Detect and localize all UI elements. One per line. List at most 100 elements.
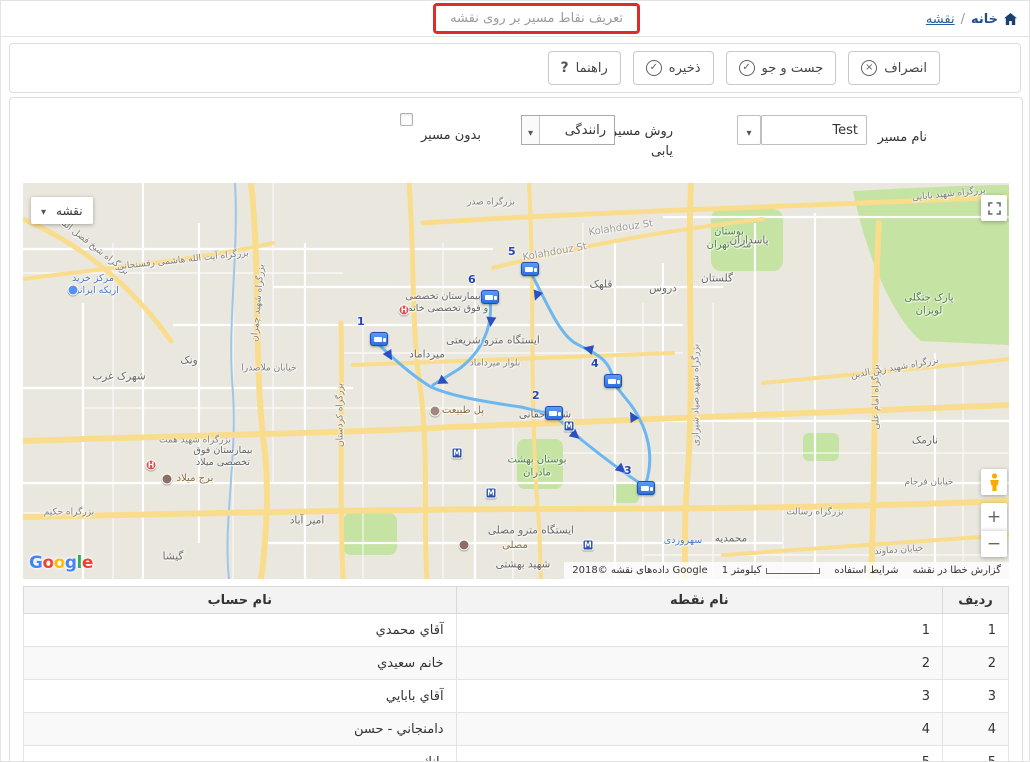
report-map-error-link[interactable]: گزارش خطا در نقشه — [913, 565, 1001, 576]
poi-icon — [68, 285, 79, 296]
vehicle-marker-icon — [370, 332, 388, 346]
point-name-cell: 3 — [456, 680, 942, 713]
check-circle-icon: ✓ — [739, 60, 755, 76]
terms-link[interactable]: شرایط استفاده — [834, 565, 898, 576]
row-number-cell: 1 — [943, 614, 1009, 647]
account-name-cell: دامنجاني - حسن — [24, 713, 457, 746]
map-data-attribution: داده‌های نقشه ©2018 Google — [572, 565, 707, 576]
map-tiles — [23, 183, 1009, 579]
row-number-header: ردیف — [943, 587, 1009, 614]
hospital-icon: H — [399, 305, 410, 316]
map-type-control[interactable]: نقشه — [31, 197, 93, 224]
row-number-cell: 5 — [943, 746, 1009, 762]
account-name-cell: بانك سپه — [24, 746, 457, 762]
zoom-in-button[interactable]: + — [981, 503, 1007, 530]
map-scale-control[interactable]: 1 کیلومتر — [722, 565, 821, 576]
marker-number: 6 — [468, 273, 476, 286]
point-name-header: نام نقطه — [456, 587, 942, 614]
table-row[interactable]: 55بانك سپه — [24, 746, 1009, 762]
map-canvas[interactable]: بوستان ملت تهرانبیمارستان تخصصی و فوق تخ… — [23, 183, 1009, 579]
route-name-dropdown-toggle[interactable] — [737, 115, 761, 145]
marker-number: 3 — [624, 464, 632, 477]
cancel-icon: × — [861, 60, 877, 76]
help-button[interactable]: راهنما ? — [548, 51, 621, 85]
poi-icon — [162, 474, 173, 485]
poi-icon — [459, 540, 470, 551]
google-logo[interactable]: Google — [29, 553, 93, 573]
table-row[interactable]: 33آقاي بابايي — [24, 680, 1009, 713]
route-points-table: ردیف نام نقطه نام حساب 11آقاي محمدي22خان… — [23, 586, 1009, 762]
scale-label: 1 کیلومتر — [722, 565, 762, 576]
toolbar-buttons: انصراف × جست و جو ✓ ذخیره ✓ راهنما ? — [548, 51, 940, 85]
breadcrumb: خانه / نقشه — [926, 1, 1017, 37]
metro-station-icon: M — [486, 488, 497, 499]
help-button-label: راهنما — [576, 61, 608, 76]
vehicle-marker-icon — [545, 406, 563, 420]
routing-method-value: رانندگی — [540, 123, 614, 138]
zoom-out-button[interactable]: − — [981, 530, 1007, 557]
row-number-cell: 2 — [943, 647, 1009, 680]
breadcrumb-map-link[interactable]: نقشه — [926, 12, 955, 27]
metro-station-icon: M — [452, 448, 463, 459]
routing-method-select[interactable]: رانندگی — [521, 115, 615, 145]
no-route-checkbox[interactable] — [400, 113, 413, 126]
map-attribution: داده‌های نقشه ©2018 Google 1 کیلومتر شرا… — [564, 562, 1009, 579]
table-row[interactable]: 22خانم سعيدي — [24, 647, 1009, 680]
chevron-down-icon — [746, 121, 751, 140]
poi-icon — [430, 406, 441, 417]
street-view-pegman[interactable] — [981, 469, 1007, 495]
account-name-cell: آقاي محمدي — [24, 614, 457, 647]
chevron-down-icon — [522, 116, 540, 144]
points-table-body: 11آقاي محمدي22خانم سعيدي33آقاي بابايي44د… — [24, 614, 1009, 762]
hospital-icon: H — [146, 460, 157, 471]
point-name-cell: 5 — [456, 746, 942, 762]
toolbar-panel: انصراف × جست و جو ✓ ذخیره ✓ راهنما ? — [9, 43, 1021, 93]
row-number-cell: 4 — [943, 713, 1009, 746]
marker-number: 2 — [532, 389, 540, 402]
cancel-button[interactable]: انصراف × — [848, 51, 940, 85]
metro-station-icon: M — [564, 421, 575, 432]
question-mark-icon: ? — [561, 60, 569, 76]
account-name-cell: آقاي بابايي — [24, 680, 457, 713]
table-header-row: ردیف نام نقطه نام حساب — [24, 587, 1009, 614]
table-row[interactable]: 11آقاي محمدي — [24, 614, 1009, 647]
breadcrumb-home-link[interactable]: خانه — [971, 12, 998, 27]
marker-number: 5 — [508, 245, 516, 258]
search-button-label: جست و جو — [762, 61, 824, 76]
vehicle-marker-icon — [637, 481, 655, 495]
search-button[interactable]: جست و جو ✓ — [726, 51, 837, 85]
cancel-button-label: انصراف — [884, 61, 927, 76]
point-name-cell: 1 — [456, 614, 942, 647]
scale-bar — [766, 568, 820, 574]
fullscreen-button[interactable] — [981, 195, 1007, 221]
save-button[interactable]: ذخیره ✓ — [633, 51, 714, 85]
row-number-cell: 3 — [943, 680, 1009, 713]
route-name-input[interactable] — [761, 115, 867, 145]
metro-station-icon: M — [583, 540, 594, 551]
marker-number: 4 — [591, 357, 599, 370]
pegman-icon — [989, 473, 1000, 492]
save-button-label: ذخیره — [669, 61, 701, 76]
vehicle-marker-icon — [604, 374, 622, 388]
route-points-page: خانه / نقشه تعریف نقاط مسیر بر روی نقشه … — [0, 0, 1030, 762]
account-name-cell: خانم سعيدي — [24, 647, 457, 680]
map-type-label: نقشه — [56, 204, 83, 218]
vehicle-marker-icon — [521, 262, 539, 276]
home-icon — [1004, 13, 1017, 25]
page-title: تعریف نقاط مسیر بر روی نقشه — [450, 11, 623, 26]
vehicle-marker-icon — [481, 290, 499, 304]
check-circle-icon: ✓ — [646, 60, 662, 76]
chevron-down-icon — [41, 204, 46, 218]
breadcrumb-separator: / — [961, 12, 965, 27]
point-name-cell: 4 — [456, 713, 942, 746]
route-name-label: نام مسیر — [878, 130, 927, 145]
table-row[interactable]: 44دامنجاني - حسن — [24, 713, 1009, 746]
account-name-header: نام حساب — [24, 587, 457, 614]
marker-number: 1 — [357, 315, 365, 328]
breadcrumb-bar: خانه / نقشه تعریف نقاط مسیر بر روی نقشه — [1, 1, 1029, 37]
routing-method-label: روش مسیر یابی — [607, 122, 673, 161]
fullscreen-icon — [988, 202, 1001, 215]
point-name-cell: 2 — [456, 647, 942, 680]
no-route-label: بدون مسیر — [421, 128, 481, 143]
highlight-annotation: تعریف نقاط مسیر بر روی نقشه — [433, 3, 640, 34]
